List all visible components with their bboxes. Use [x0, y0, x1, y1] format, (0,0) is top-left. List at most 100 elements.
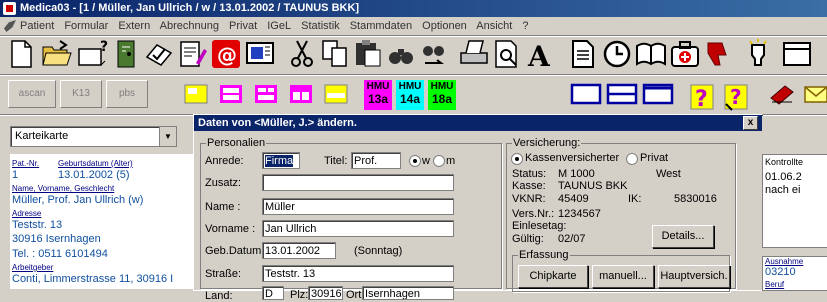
split-view-icon[interactable]	[606, 82, 638, 106]
thumbs-down-icon[interactable]	[700, 37, 734, 71]
menu-abrechnung[interactable]: Abrechnung	[160, 20, 219, 32]
close-icon[interactable]: x	[743, 116, 758, 130]
privat-radio[interactable]	[626, 153, 638, 165]
help-question-icon[interactable]: ?	[688, 82, 716, 112]
gender-w-radio[interactable]	[409, 155, 421, 167]
context-help-icon[interactable]: ?	[722, 82, 750, 111]
medical-kit-icon[interactable]	[668, 37, 702, 71]
ort-field[interactable]: Isernhagen	[362, 286, 454, 300]
menu-extern[interactable]: Extern	[118, 20, 150, 32]
tv-screen-icon[interactable]	[243, 37, 277, 71]
hmu-13a-button[interactable]: HMU 13a	[364, 80, 392, 110]
clock-icon[interactable]	[600, 37, 634, 71]
kassenversicherter-radio[interactable]	[511, 153, 523, 165]
yellow-form-icon[interactable]	[182, 82, 210, 106]
menu-ansicht[interactable]: Ansicht	[476, 20, 512, 32]
view-select-value: Karteikarte	[15, 130, 69, 142]
details-button[interactable]: Details...	[652, 225, 714, 248]
patient-pane: Karteikarte ▼ Pat.-Nr. Geburtsdatum (Alt…	[0, 116, 194, 289]
single-view-icon[interactable]	[570, 82, 602, 106]
manuell-button[interactable]: manuell...	[592, 265, 654, 288]
cut-icon[interactable]	[285, 37, 319, 71]
titel-field[interactable]: Prof.	[351, 152, 401, 169]
ausnahme-box: Ausnahme 03210 Beruf	[762, 256, 827, 291]
new-document-icon[interactable]	[4, 37, 38, 71]
lightbulb-icon[interactable]	[741, 37, 775, 71]
versicherung-legend: Versicherung:	[513, 137, 581, 149]
vknr-label: VKNR:	[512, 193, 546, 205]
anrede-label: Anrede:	[205, 155, 244, 167]
name-field[interactable]: Müller	[262, 198, 454, 215]
adresse-label: Adresse	[12, 209, 42, 218]
right-pane: Kontrollte 01.06.2 nach ei Ausnahme 0321…	[762, 116, 827, 291]
menu-optionen[interactable]: Optionen	[422, 20, 467, 32]
window-title: Medica03 - [1 / Müller, Jan Ullrich / w …	[20, 2, 360, 14]
chipkarte-button[interactable]: Chipkarte	[518, 265, 588, 288]
checklist-icon[interactable]	[143, 37, 177, 71]
vorname-field[interactable]: Jan Ullrich	[262, 220, 454, 237]
gebdat-field-label: Geb.Datum:	[205, 245, 265, 257]
kontrolle-date: 01.06.2	[765, 171, 802, 183]
anrede-field[interactable]: Firma	[262, 152, 300, 169]
edit-note-icon[interactable]	[176, 37, 210, 71]
hmu-18a-button[interactable]: HMU 18a	[428, 80, 456, 110]
gebdat-field[interactable]: 13.01.2002	[262, 242, 336, 259]
menu-igel[interactable]: IGeL	[267, 20, 291, 32]
document-icon[interactable]	[566, 37, 600, 71]
titel-label: Titel:	[324, 155, 348, 167]
k13-button[interactable]: K13	[60, 80, 102, 108]
hmu-14a-button[interactable]: HMU 14a	[396, 80, 424, 110]
secondary-toolbar: ascan K13 pbs HMU 13a HMU 14a HMU 18a ? …	[0, 76, 827, 114]
print-icon[interactable]	[457, 37, 491, 71]
versnr-value: 1234567	[558, 208, 601, 220]
gender-m-radio[interactable]	[433, 155, 445, 167]
help-screen-icon[interactable]: ?	[76, 37, 110, 71]
open-folder-icon[interactable]	[40, 37, 74, 71]
magenta-grid-form-icon[interactable]	[252, 82, 280, 106]
menu-formular[interactable]: Formular	[64, 20, 108, 32]
hauptversich-button[interactable]: Hauptversich.	[658, 265, 730, 288]
menu-stammdaten[interactable]: Stammdaten	[350, 20, 412, 32]
plz-field[interactable]: 30916	[308, 286, 343, 300]
print-preview-icon[interactable]	[490, 37, 524, 71]
weekday-text: (Sonntag)	[354, 245, 403, 257]
menu-patient[interactable]: Patient	[20, 20, 54, 32]
font-icon[interactable]: A	[523, 37, 557, 73]
sign-pen-icon[interactable]	[768, 82, 796, 106]
patient-info: Pat.-Nr. Geburtsdatum (Alter) 1 13.01.20…	[10, 154, 194, 289]
gueltig-value: 02/07	[558, 233, 586, 245]
arbeitgeber-label: Arbeitgeber	[12, 263, 54, 272]
chevron-down-icon[interactable]: ▼	[159, 127, 176, 146]
menu-privat[interactable]: Privat	[229, 20, 257, 32]
find-binoculars-icon[interactable]	[384, 37, 418, 71]
svg-text:?: ?	[695, 87, 708, 112]
window-view-icon[interactable]	[642, 82, 674, 106]
magenta-split-form-icon[interactable]	[287, 82, 315, 106]
copy-icon[interactable]	[318, 37, 352, 71]
magenta-form-icon[interactable]	[217, 82, 245, 106]
ascan-button[interactable]: ascan	[8, 80, 56, 108]
more-tools-icon[interactable]	[780, 37, 814, 71]
zusatz-field[interactable]	[262, 174, 454, 191]
find-replace-icon[interactable]	[417, 37, 451, 71]
edit-patient-dialog: Daten von <Müller, J.> ändern. x Persona…	[193, 114, 763, 302]
menu-help[interactable]: ?	[522, 20, 528, 32]
strasse-label: Straße:	[205, 268, 242, 280]
book-icon[interactable]	[634, 37, 668, 71]
menu-app-icon[interactable]	[4, 20, 16, 32]
door-exit-icon[interactable]	[110, 37, 144, 71]
anrede-value: Firma	[265, 155, 294, 167]
vorname-label: Vorname :	[205, 223, 256, 235]
paste-icon[interactable]	[351, 37, 385, 71]
pbs-button[interactable]: pbs	[106, 80, 148, 108]
svg-text:@: @	[217, 43, 237, 67]
yellow-list-form-icon[interactable]	[322, 82, 350, 106]
view-select[interactable]: Karteikarte ▼	[10, 126, 177, 147]
email-at-icon[interactable]: @	[209, 37, 243, 71]
strasse-field[interactable]: Teststr. 13	[262, 265, 454, 282]
mail-envelope-icon[interactable]	[802, 82, 827, 106]
status-value: M 1000	[558, 168, 595, 180]
menu-statistik[interactable]: Statistik	[301, 20, 340, 32]
kasse-value: TAUNUS BKK	[558, 180, 628, 192]
land-field[interactable]: D	[262, 286, 284, 300]
